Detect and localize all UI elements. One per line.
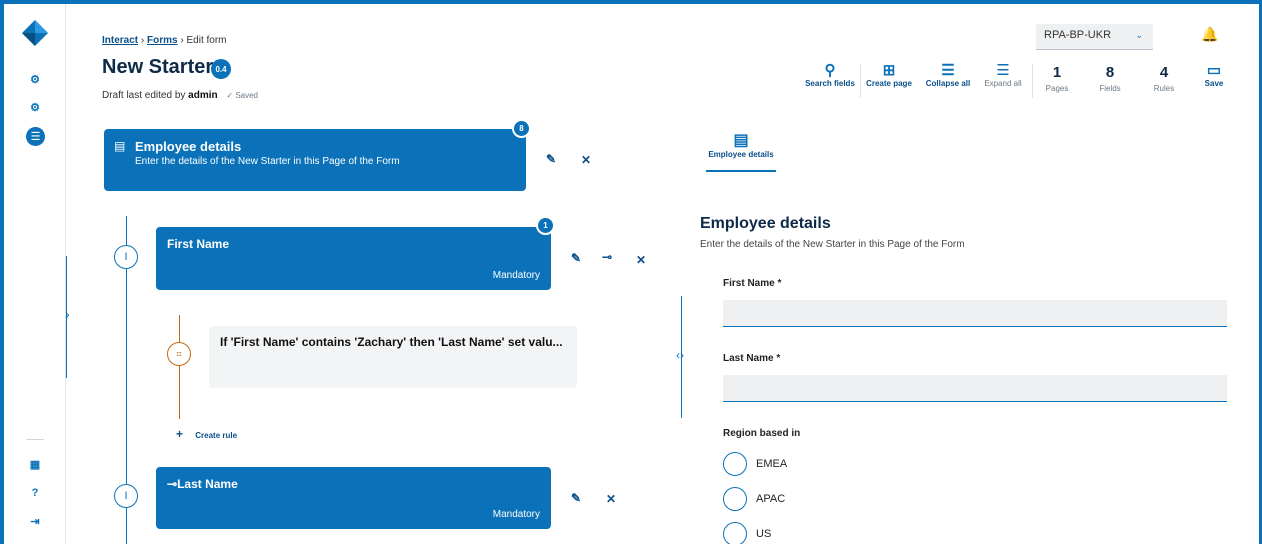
radio-label-us: US <box>756 528 772 540</box>
plus-icon: + <box>176 427 184 441</box>
save-button[interactable]: ▭ Save <box>1189 62 1239 88</box>
draft-status: Draft last edited by admin ✓ Saved <box>102 90 258 101</box>
preview-title: Employee details <box>700 215 831 232</box>
collapse-all-button[interactable]: ☰ Collapse all <box>923 62 973 88</box>
rules-stat: 4 Rules <box>1153 64 1175 93</box>
search-fields-button[interactable]: ⚲ Search fields <box>805 62 855 88</box>
page-icon: ▤ <box>114 139 126 153</box>
pages-stat: 1 Pages <box>1045 64 1069 93</box>
page-card-title: Employee details <box>135 139 242 154</box>
app-frame: ⚙ ⚙ ☰ ▦ ? ⇥ › Interact › Forms › Edit fo… <box>0 0 1262 544</box>
radio-label-apac: APAC <box>756 493 786 505</box>
page-icon: ▤ <box>733 132 749 149</box>
left-rail: ⚙ ⚙ ☰ ▦ ? ⇥ <box>4 4 66 544</box>
draft-user: admin <box>188 90 218 101</box>
help-icon[interactable]: ? <box>26 484 44 502</box>
gear-icon[interactable]: ⚙ <box>26 98 44 116</box>
field-card-last-name[interactable]: ⊸Last Name Mandatory <box>156 467 551 529</box>
radio-emea[interactable] <box>723 452 747 476</box>
edit-field-pencil-icon[interactable]: ✎ <box>571 251 581 265</box>
rule-tree-line <box>179 315 180 419</box>
preview-subtitle: Enter the details of the New Starter in … <box>700 239 965 250</box>
page-field-count-badge: 8 <box>512 119 531 138</box>
first-name-label: First Name * <box>723 278 782 289</box>
delete-page-close-icon[interactable]: ✕ <box>581 153 591 167</box>
page-card-subtitle: Enter the details of the New Starter in … <box>135 156 400 167</box>
environment-select[interactable]: RPA-BP-UKR ⌄ <box>1036 24 1153 50</box>
radio-us[interactable] <box>723 522 747 544</box>
create-page-icon: ⊞ <box>882 62 896 79</box>
field-rule-count-badge: 1 <box>536 216 555 235</box>
radio-label-emea: EMEA <box>756 458 788 470</box>
expand-left-panel-icon[interactable]: › <box>65 306 70 322</box>
rail-divider <box>26 439 44 440</box>
create-rule-button[interactable]: + Create rule <box>176 427 237 441</box>
radio-apac[interactable] <box>723 487 747 511</box>
breadcrumb: Interact › Forms › Edit form <box>102 35 227 46</box>
active-tab-indicator <box>706 170 776 172</box>
field-card-first-name[interactable]: First Name Mandatory <box>156 227 551 290</box>
field-card-title: ⊸Last Name <box>167 477 238 491</box>
create-page-button[interactable]: ⊞ Create page <box>864 62 914 88</box>
toolbar-divider <box>860 64 861 98</box>
last-name-input[interactable] <box>723 375 1227 402</box>
toolbar-divider <box>1032 64 1033 98</box>
sliders-icon[interactable]: ⚙ <box>26 70 44 88</box>
breadcrumb-forms[interactable]: Forms <box>147 35 178 46</box>
text-field-node-icon: I <box>114 245 138 269</box>
environment-value: RPA-BP-UKR <box>1044 29 1112 41</box>
text-field-node-icon: I <box>114 484 138 508</box>
key-icon: ⊸ <box>167 477 178 491</box>
expand-all-button[interactable]: ☰ Expand all <box>978 62 1028 88</box>
last-name-label: Last Name * <box>723 353 781 364</box>
breadcrumb-current: Edit form <box>186 35 227 46</box>
blueprism-logo-icon[interactable] <box>20 18 50 48</box>
chevron-down-icon: ⌄ <box>1135 30 1143 40</box>
tab-employee-details[interactable]: ▤ Employee details <box>706 130 776 159</box>
field-card-mandatory: Mandatory <box>492 509 540 520</box>
edit-field-pencil-icon[interactable]: ✎ <box>571 491 581 505</box>
edit-page-pencil-icon[interactable]: ✎ <box>546 152 556 166</box>
breadcrumb-interact[interactable]: Interact <box>102 35 138 46</box>
field-card-mandatory: Mandatory <box>492 270 540 281</box>
folder-icon: ▭ <box>1206 62 1222 79</box>
logout-icon[interactable]: ⇥ <box>26 512 44 530</box>
region-label: Region based in <box>723 428 801 439</box>
collapse-all-icon: ☰ <box>941 62 955 79</box>
expand-all-icon: ☰ <box>996 62 1010 79</box>
delete-field-close-icon[interactable]: ✕ <box>636 253 646 267</box>
rule-node-icon: ⌗ <box>167 342 191 366</box>
key-icon[interactable]: ⊸ <box>602 250 612 264</box>
first-name-input[interactable] <box>723 300 1227 327</box>
search-icon: ⚲ <box>824 62 836 79</box>
resize-handle-icon[interactable]: ‹› <box>676 348 684 362</box>
delete-field-close-icon[interactable]: ✕ <box>606 492 616 506</box>
page-title: New Starter <box>102 56 214 78</box>
rule-card[interactable]: If 'First Name' contains 'Zachary' then … <box>209 326 577 388</box>
grid-icon[interactable]: ▦ <box>26 455 44 473</box>
saved-status: ✓ Saved <box>226 91 258 100</box>
forms-icon[interactable]: ☰ <box>26 127 45 146</box>
page-card[interactable]: ▤ Employee details Enter the details of … <box>104 129 526 191</box>
notification-bell-icon[interactable]: 🔔 <box>1201 26 1218 43</box>
version-badge: 0.4 <box>211 59 231 79</box>
rule-text: If 'First Name' contains 'Zachary' then … <box>220 335 563 349</box>
fields-stat: 8 Fields <box>1099 64 1121 93</box>
field-card-title: First Name <box>167 237 230 251</box>
